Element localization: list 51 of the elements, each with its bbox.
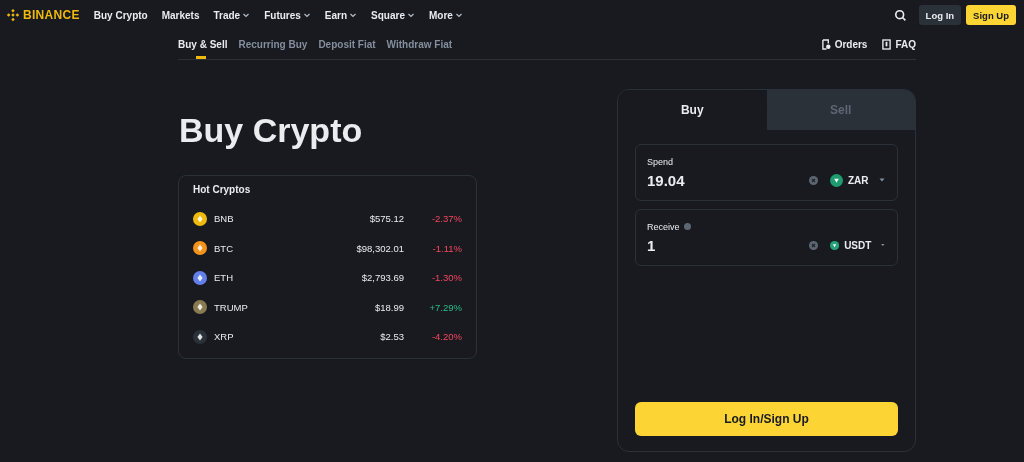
clear-icon[interactable] [809,175,818,185]
page-title: Buy Crypto [179,111,364,150]
coin-symbol: TRUMP [214,301,249,313]
nav-link[interactable]: More [429,9,463,21]
coin-price: $2.53 [379,331,404,343]
sub-tab[interactable]: Withdraw Fiat [386,30,453,59]
coin-symbol: BNB [214,213,235,225]
card-title: Hot Cryptos [193,184,252,195]
faq-link[interactable]: FAQ [882,39,916,50]
coin-symbol: XRP [214,331,235,343]
brand-logo[interactable]: BINANCE [6,8,80,22]
document-clock-icon [821,39,831,50]
nav-link[interactable]: Markets [161,9,200,21]
caret-icon [877,176,886,184]
nav-link[interactable]: Futures [264,9,311,21]
brand-name: BINANCE [23,8,80,22]
nav-link[interactable]: Earn [324,9,358,21]
nav-link[interactable]: Buy Crypto [93,9,148,21]
login-signup-button[interactable]: Log In/Sign Up [635,402,898,436]
coin-price: $18.99 [373,301,404,313]
price-change: -2.37% [430,213,462,225]
search-icon[interactable] [893,8,907,22]
caret-icon [880,241,886,249]
coin-price: $98,302.01 [355,242,404,254]
clear-icon[interactable] [809,240,818,250]
price-change: -4.20% [430,331,462,343]
amount-value: 19.04 [647,171,686,189]
currency-selector[interactable]: USDT [830,238,886,252]
amount-field[interactable]: Spend 19.04 ZAR [635,144,898,201]
login-button[interactable]: Log In [918,5,962,25]
coin-price: $575.12 [368,213,404,225]
diamond-logo-icon [6,8,20,22]
sub-tab[interactable]: Deposit Fiat [318,30,376,59]
amount-field[interactable]: Receive 1 USDT [635,209,898,266]
sub-tab[interactable]: Buy & Sell [178,30,228,59]
amount-value: 1 [647,236,657,254]
price-change: -1.11% [431,242,462,254]
price-change: +7.29% [428,301,462,313]
coin-symbol: ETH [214,272,234,284]
coin-symbol: BTC [214,242,234,254]
sub-tab[interactable]: Recurring Buy [238,30,308,59]
nav-link[interactable]: Square [371,9,415,21]
nav-link[interactable]: Trade [213,9,251,21]
orders-link[interactable]: Orders [821,39,868,50]
currency-selector[interactable]: ZAR [830,173,886,187]
help-document-icon [882,39,892,50]
coin-price: $2,793.69 [360,272,404,284]
price-change: -1.30% [430,272,462,284]
field-label: Receive [647,221,680,232]
signup-button[interactable]: Sign Up [966,5,1016,25]
field-label: Spend [647,156,674,167]
